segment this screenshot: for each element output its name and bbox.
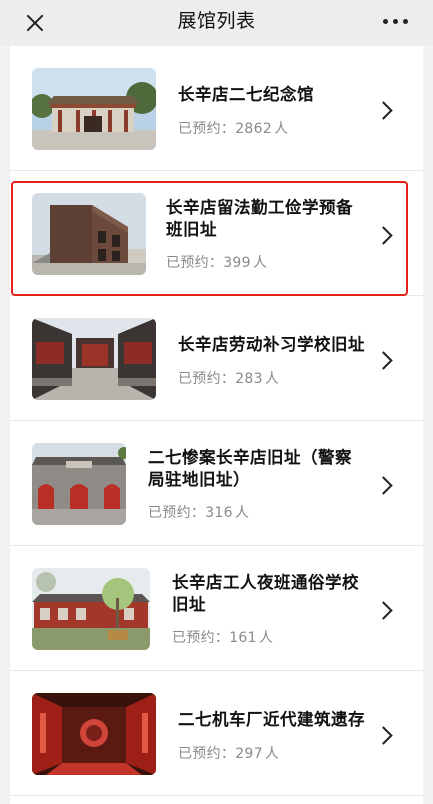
venue-list: 长辛店二七纪念馆 已预约：2862 人 长辛店留法勤工俭学预备班旧址 已预约：3… [10,46,423,804]
venue-photo [32,568,150,650]
chevron-right-icon[interactable] [377,104,391,118]
page-title: 展馆列表 [177,10,256,32]
venue-photo [32,68,156,150]
booked-count: 已预约：297 人 [178,746,280,762]
venue-item[interactable]: 长辛店工人夜班通俗学校旧址 已预约：161 人 [10,546,423,671]
more-icon[interactable] [381,17,411,27]
chevron-right-icon[interactable] [377,729,391,743]
venue-item[interactable]: 二七机车厂近代建筑遗存 已预约：297 人 [10,671,423,796]
venue-item[interactable]: 二七惨案长辛店旧址（警察局驻地旧址） 已预约：316 人 [10,421,423,546]
venue-name: 长辛店二七纪念馆 [178,85,314,104]
chevron-right-icon[interactable] [377,479,391,493]
chevron-right-icon[interactable] [377,604,391,618]
venue-item[interactable]: 长辛店二七纪念馆 已预约：2862 人 [10,46,423,171]
venue-name: 长辛店劳动补习学校旧址 [178,335,365,354]
booked-count: 已预约：283 人 [178,371,280,387]
venue-name: 二七机车厂近代建筑遗存 [178,710,365,729]
booked-count: 已预约：161 人 [172,630,274,646]
top-bar: 展馆列表 [0,0,433,46]
booked-count: 已预约：316 人 [148,505,250,521]
booked-count: 已预约：2862 人 [178,121,289,137]
venue-photo [32,693,156,775]
venue-photo [32,443,126,525]
chevron-right-icon[interactable] [377,354,391,368]
venue-list-page: 展馆列表 长辛店二七纪念馆 已预约：2862 人 长辛店留法勤工俭学预备班旧址 … [0,0,433,804]
venue-item[interactable]: 长辛店劳动补习学校旧址 已预约：283 人 [10,296,423,421]
venue-name: 二七惨案长辛店旧址（警察局驻地旧址） [148,448,352,489]
highlight-frame [11,181,408,296]
venue-photo [32,318,156,400]
venue-name: 长辛店工人夜班通俗学校旧址 [172,573,359,614]
